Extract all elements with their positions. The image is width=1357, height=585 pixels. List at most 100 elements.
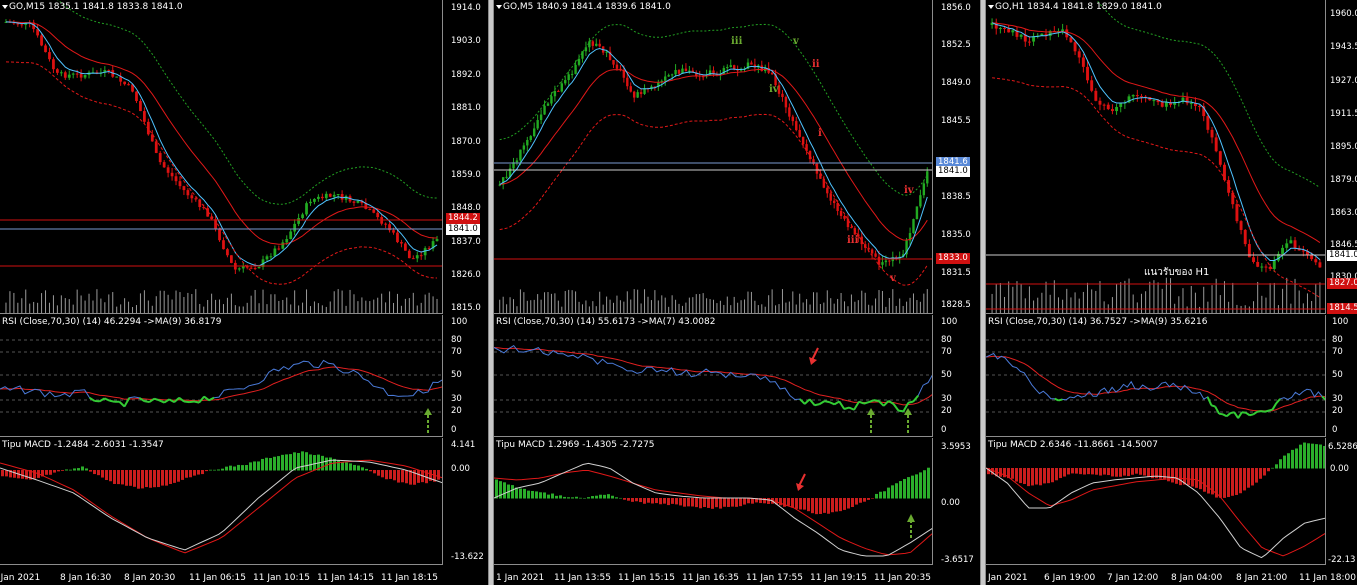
bear-candle: [1310, 255, 1314, 260]
bear-candle: [846, 218, 850, 228]
price-axis-label: 1895.0: [1330, 142, 1357, 152]
chart-window-h1[interactable]: GO,H1 1834.4 1841.8 1829.0 1841.0 แนวรับ…: [986, 0, 1357, 585]
bull-candle: [505, 176, 508, 178]
rsi-oversold-segment: [892, 403, 900, 412]
bull-candle: [1011, 30, 1015, 33]
macd-histogram-bar: [719, 498, 722, 509]
macd-histogram-bar: [1239, 468, 1242, 494]
rsi-pane-h1[interactable]: RSI (Close,70,30) (14) 36.7527 ->MA(9) 3…: [986, 315, 1326, 437]
collapse-triangle-icon[interactable]: [2, 5, 8, 9]
rsi-level-label: 70: [941, 347, 952, 357]
bull-candle: [536, 120, 539, 129]
bear-candle: [127, 84, 130, 86]
macd-plot-m15[interactable]: [0, 438, 443, 565]
macd-histogram-bar: [511, 485, 514, 499]
bear-candle: [143, 111, 146, 122]
rsi-plot-m5[interactable]: [494, 315, 933, 437]
price-tag-current: 1841.0: [1327, 250, 1357, 261]
macd-histogram-bar: [643, 498, 646, 504]
rsi-oversold-segment: [193, 400, 200, 404]
macd-pane-m15[interactable]: Tipu MACD -1.2484 -2.6031 -1.3547: [0, 438, 443, 565]
bear-candle: [1293, 240, 1297, 249]
rsi-oversold-segment: [1257, 410, 1262, 413]
macd-histogram-bar: [289, 454, 292, 471]
price-axis-label: 1845.5: [941, 116, 971, 126]
rsi-level-label: 100: [451, 317, 468, 327]
macd-histogram-bar: [779, 498, 782, 506]
bull-candle: [688, 70, 691, 72]
macd-histogram-bar: [859, 498, 862, 503]
macd-histogram-bar: [879, 491, 882, 499]
macd-histogram-bar: [843, 498, 846, 510]
rsi-pane-m5[interactable]: RSI (Close,70,30) (14) 55.6173 ->MA(7) 4…: [494, 315, 933, 437]
macd-histogram-bar: [265, 457, 268, 471]
price-axis-label: 1831.5: [941, 268, 971, 278]
bull-candle: [289, 231, 293, 240]
price-pane-h1[interactable]: GO,H1 1834.4 1841.8 1829.0 1841.0 แนวรับ…: [986, 0, 1326, 314]
rsi-oversold-segment: [1260, 410, 1266, 413]
macd-pane-h1[interactable]: Tipu MACD 2.6346 -11.8661 -14.5007: [986, 438, 1326, 565]
time-axis-label: 11 Jan 17:55: [746, 573, 803, 583]
bull-candle: [674, 69, 677, 75]
macd-histogram-bar: [723, 498, 726, 507]
macd-histogram-bar: [579, 497, 582, 499]
macd-histogram-bar: [65, 469, 68, 471]
bear-candle: [166, 167, 170, 173]
macd-histogram-bar: [209, 469, 212, 471]
wave-label: iv: [769, 84, 779, 95]
price-plot-m15[interactable]: [0, 0, 443, 314]
rsi-level-label: 50: [451, 370, 462, 380]
macd-histogram-bar: [97, 470, 100, 476]
macd-histogram-bar: [1123, 468, 1126, 476]
macd-pane-m5[interactable]: Tipu MACD 1.2969 -1.4305 -2.7275: [494, 438, 933, 565]
rsi-oversold-segment: [1054, 397, 1060, 402]
rsi-ma-line: [494, 347, 932, 406]
bear-candle: [1318, 262, 1322, 268]
macd-histogram-bar: [121, 470, 124, 485]
bear-candle: [1086, 66, 1089, 81]
macd-histogram-bar: [647, 498, 650, 503]
macd-histogram-bar: [253, 461, 256, 471]
macd-histogram-bar: [559, 495, 562, 499]
macd-histogram-bar: [603, 494, 606, 499]
rsi-plot-m15[interactable]: [0, 315, 443, 437]
bear-candle: [1081, 57, 1085, 67]
chart-window-m15[interactable]: GO,M15 1835.1 1841.8 1833.8 1841.0 1914.…: [0, 0, 488, 585]
price-axis-label: 1849.0: [941, 78, 971, 88]
rsi-plot-h1[interactable]: [986, 315, 1326, 437]
macd-histogram-bar: [699, 498, 702, 509]
macd-histogram-bar: [1143, 468, 1146, 476]
bull-candle: [415, 255, 419, 259]
macd-histogram-bar: [1039, 468, 1042, 486]
macd-histogram-bar: [651, 498, 654, 504]
moving-average-slow: [5, 21, 438, 245]
macd-plot-h1[interactable]: [986, 438, 1326, 565]
macd-histogram-bar: [1311, 443, 1314, 469]
macd-histogram-bar: [341, 462, 344, 471]
price-pane-m5[interactable]: GO,M5 1840.9 1841.4 1839.6 1841.0 iii v …: [494, 0, 933, 314]
chart-window-m5[interactable]: GO,M5 1840.9 1841.4 1839.6 1841.0 iii v …: [494, 0, 980, 585]
price-pane-m15[interactable]: GO,M15 1835.1 1841.8 1833.8 1841.0: [0, 0, 443, 314]
macd-histogram-bar: [587, 497, 590, 499]
collapse-triangle-icon[interactable]: [988, 5, 994, 9]
bear-candle: [182, 186, 186, 191]
bull-candle: [257, 266, 261, 269]
wave-label: ii: [812, 59, 820, 70]
bull-candle: [922, 183, 926, 196]
chart-header: GO,M15 1835.1 1841.8 1833.8 1841.0: [9, 2, 183, 12]
macd-histogram-bar: [543, 492, 546, 499]
macd-histogram-bar: [1075, 468, 1078, 474]
bear-candle: [1160, 102, 1164, 107]
macd-histogram-bar: [1083, 468, 1086, 475]
macd-histogram-bar: [1227, 468, 1230, 498]
macd-histogram-bar: [883, 491, 886, 499]
price-axis-label: 1903.0: [451, 36, 481, 46]
price-plot-m5[interactable]: [494, 0, 933, 314]
time-axis-label: 11 Jan 19:15: [810, 573, 867, 583]
macd-plot-m5[interactable]: [494, 438, 933, 565]
macd-histogram-bar: [1103, 468, 1106, 475]
collapse-triangle-icon[interactable]: [496, 5, 502, 9]
macd-histogram-bar: [1235, 468, 1238, 495]
bear-candle: [178, 181, 182, 187]
rsi-pane-m15[interactable]: RSI (Close,70,30) (14) 46.2294 ->MA(9) 3…: [0, 315, 443, 437]
